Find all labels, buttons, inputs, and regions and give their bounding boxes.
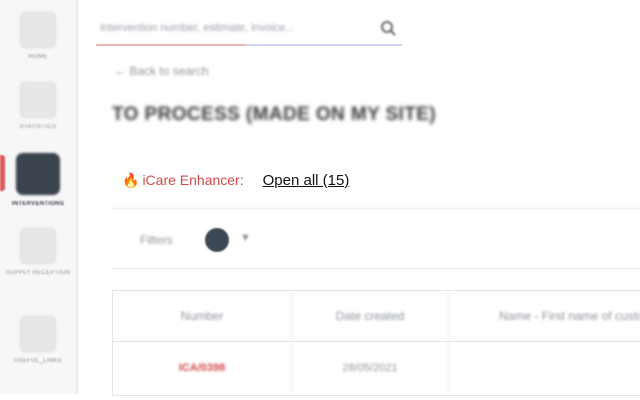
search-bar[interactable]: Intervention number, estimate, invoice..… <box>96 14 402 46</box>
sidebar-item-interventions[interactable]: INTERVENTIONS <box>0 153 76 207</box>
sidebar-item-label: USEFUL_LINKS <box>14 358 62 364</box>
row-divider <box>113 341 640 342</box>
sidebar-item-label: INTERVENTIONS <box>11 201 65 207</box>
flame-icon: 🔥 <box>122 171 140 188</box>
external-link-icon <box>20 316 56 352</box>
wrench-icon <box>16 153 60 195</box>
sidebar-item-useful-links[interactable]: USEFUL_LINKS <box>0 316 76 364</box>
cell-customer-name <box>449 343 640 393</box>
sidebar-item-label: STATISTICS <box>19 124 57 130</box>
search-focus-underline <box>96 44 246 46</box>
column-header-number[interactable]: Number <box>113 291 292 341</box>
search-input[interactable]: Intervention number, estimate, invoice..… <box>100 22 294 34</box>
sidebar-item-statistics[interactable]: STATISTICS <box>0 82 76 130</box>
back-link[interactable]: ← Back to search <box>114 64 209 78</box>
package-icon <box>20 228 56 264</box>
results-table: Number Date created Name - First name of… <box>112 290 640 396</box>
column-header-customer-name[interactable]: Name - First name of customer <box>449 291 640 341</box>
filters-toggle[interactable] <box>205 228 229 252</box>
sidebar-item-label: SUPPLY RECEPTION <box>5 270 71 276</box>
home-icon <box>20 12 56 48</box>
open-all-link[interactable]: Open all (15) <box>263 172 350 189</box>
cell-number[interactable]: ICA/0398 <box>113 343 292 393</box>
search-icon[interactable] <box>380 20 396 36</box>
sidebar-shadow <box>77 0 80 394</box>
sidebar-item-supply-reception[interactable]: SUPPLY RECEPTION <box>0 228 76 276</box>
back-arrow-icon: ← <box>114 64 130 78</box>
column-header-date-created[interactable]: Date created <box>292 291 449 341</box>
sidebar-item-label: HOME <box>28 54 48 60</box>
chevron-down-icon[interactable]: ▼ <box>240 232 251 244</box>
sidebar-item-home[interactable]: HOME <box>0 12 76 60</box>
enhancer-name: iCare Enhancer: <box>142 172 244 188</box>
divider <box>112 268 640 269</box>
cell-date: 28/05/2021 <box>292 343 449 393</box>
page-title: TO PROCESS (MADE ON MY SITE) <box>112 104 437 125</box>
filters-label[interactable]: Filters <box>140 233 173 247</box>
chart-icon <box>20 82 56 118</box>
enhancer-bar: 🔥 iCare Enhancer: Open all (15) <box>122 170 349 190</box>
sidebar: HOME STATISTICS INTERVENTIONS SUPPLY REC… <box>0 0 77 394</box>
divider <box>112 208 640 209</box>
